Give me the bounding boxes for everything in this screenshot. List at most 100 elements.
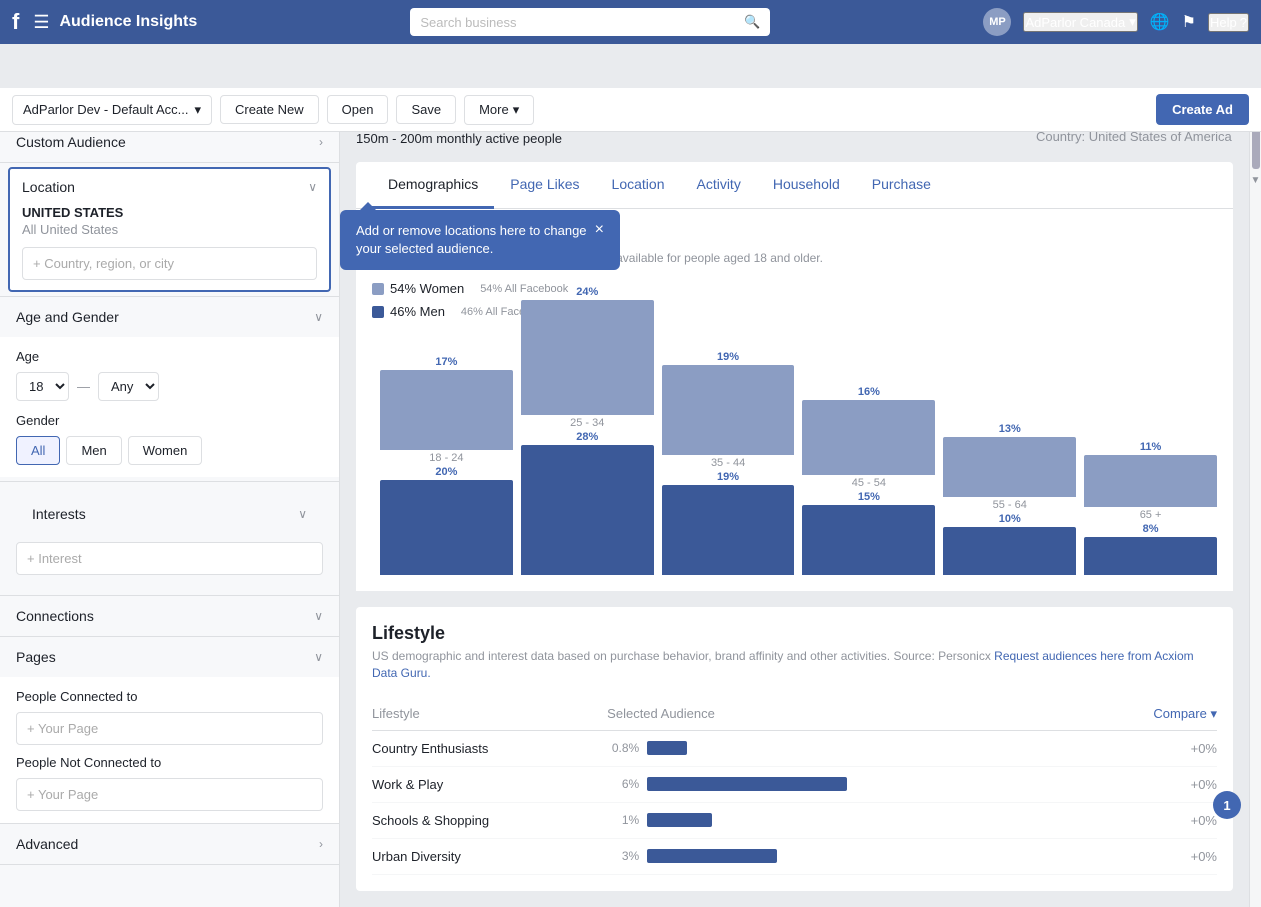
gender-row: All Men Women bbox=[16, 436, 323, 465]
bar-group-55-64: 13% 55 - 64 10% bbox=[943, 423, 1076, 575]
gender-men-button[interactable]: Men bbox=[66, 436, 121, 465]
chevron-right-icon: › bbox=[319, 837, 323, 851]
women-bar-45-54 bbox=[802, 400, 935, 475]
lifestyle-bar-country: 0.8% bbox=[607, 730, 1089, 766]
women-pct-55-64: 13% bbox=[999, 423, 1021, 435]
chevron-down-icon: ∨ bbox=[314, 609, 323, 623]
top-nav: f ☰ Audience Insights 🔍 MP AdParlor Cana… bbox=[0, 0, 1261, 44]
open-button[interactable]: Open bbox=[327, 95, 389, 124]
bar-chart: 17% 18 - 24 20% 24% 25 - 34 28% bbox=[372, 335, 1217, 575]
search-icon: 🔍 bbox=[744, 14, 760, 30]
lifestyle-section: Lifestyle US demographic and interest da… bbox=[356, 607, 1233, 891]
age-from-select[interactable]: 182125 bbox=[16, 372, 69, 401]
location-all: All United States bbox=[22, 222, 317, 237]
men-pct-65plus: 8% bbox=[1143, 523, 1159, 535]
lifestyle-bar-urban: 3% bbox=[607, 838, 1089, 874]
help-button[interactable]: Help ? bbox=[1208, 13, 1249, 32]
gender-all-button[interactable]: All bbox=[16, 436, 60, 465]
lifestyle-change-urban: +0% bbox=[1089, 838, 1217, 874]
account-button[interactable]: AdParlor Canada ▾ bbox=[1023, 12, 1137, 32]
sidebar-item-age-gender: Age and Gender ∨ Age 182125 — Any2535455… bbox=[0, 297, 339, 482]
tooltip-close-button[interactable]: × bbox=[595, 222, 604, 238]
lifestyle-change-country: +0% bbox=[1089, 730, 1217, 766]
lifestyle-label-country: Country Enthusiasts bbox=[372, 730, 607, 766]
gender-women-button[interactable]: Women bbox=[128, 436, 203, 465]
bar-fill-country bbox=[647, 741, 687, 755]
men-pct-45-54: 15% bbox=[858, 491, 880, 503]
lifestyle-bar-work: 6% bbox=[607, 766, 1089, 802]
search-input[interactable] bbox=[420, 15, 738, 30]
age-to-select[interactable]: Any2535455565+ bbox=[98, 372, 159, 401]
interest-input[interactable] bbox=[16, 542, 323, 575]
location-header[interactable]: Location ∨ bbox=[22, 179, 317, 195]
pages-header[interactable]: Pages ∨ bbox=[0, 637, 339, 677]
bar-group-25-34: 24% 25 - 34 28% bbox=[521, 286, 654, 575]
not-connected-page-input[interactable] bbox=[16, 778, 323, 811]
legend-men: 46% Men bbox=[372, 304, 445, 319]
age-dash: — bbox=[77, 379, 90, 394]
scroll-down-icon[interactable]: ▼ bbox=[1249, 173, 1261, 188]
chevron-down-icon: ∨ bbox=[308, 180, 317, 194]
location-country: UNITED STATES bbox=[22, 205, 317, 220]
men-pct-18-24: 20% bbox=[435, 466, 457, 478]
main-layout: CREATE AUDIENCE Custom Audience › Locati… bbox=[0, 88, 1261, 907]
lifestyle-note: US demographic and interest data based o… bbox=[372, 648, 1217, 682]
men-bar-65plus bbox=[1084, 537, 1217, 575]
bar-fill-work bbox=[647, 777, 847, 791]
interests-header[interactable]: Interests ∨ bbox=[16, 494, 323, 534]
tab-purchase[interactable]: Purchase bbox=[856, 162, 947, 209]
legend-women: 54% Women bbox=[372, 281, 464, 296]
bar-group-18-24: 17% 18 - 24 20% bbox=[380, 356, 513, 575]
location-section: Location ∨ UNITED STATES All United Stat… bbox=[8, 167, 331, 292]
men-bar-25-34 bbox=[521, 445, 654, 575]
tab-location[interactable]: Location bbox=[596, 162, 681, 209]
more-button[interactable]: More ▾ bbox=[464, 95, 534, 125]
age-label-35-44: 35 - 44 bbox=[711, 457, 745, 469]
facebook-logo: f bbox=[12, 9, 19, 35]
nav-right: MP AdParlor Canada ▾ 🌐 ⚑ Help ? bbox=[983, 8, 1249, 36]
create-new-button[interactable]: Create New bbox=[220, 95, 319, 124]
create-ad-button[interactable]: Create Ad bbox=[1156, 94, 1249, 125]
tab-demographics[interactable]: Demographics bbox=[372, 162, 494, 209]
bar-group-45-54: 16% 45 - 54 15% bbox=[802, 386, 935, 575]
tab-household[interactable]: Household bbox=[757, 162, 856, 209]
women-pct-65plus: 11% bbox=[1140, 441, 1161, 453]
lifestyle-change-work: +0% bbox=[1089, 766, 1217, 802]
people-not-connected-label: People Not Connected to bbox=[16, 755, 323, 770]
lifestyle-bar-schools: 1% bbox=[607, 802, 1089, 838]
men-bar-45-54 bbox=[802, 505, 935, 575]
app-title: Audience Insights bbox=[59, 13, 197, 31]
chevron-down-icon: ∨ bbox=[298, 507, 307, 521]
age-row: 182125 — Any2535455565+ bbox=[16, 372, 323, 401]
search-bar-container: 🔍 bbox=[410, 8, 770, 36]
save-button[interactable]: Save bbox=[396, 95, 456, 124]
age-gender-header[interactable]: Age and Gender ∨ bbox=[0, 297, 339, 337]
chevron-down-icon: ▾ bbox=[513, 102, 520, 118]
account-dropdown[interactable]: AdParlor Dev - Default Acc... ▾ bbox=[12, 95, 212, 125]
connections-header[interactable]: Connections ∨ bbox=[0, 596, 339, 636]
lifestyle-label-work: Work & Play bbox=[372, 766, 607, 802]
women-pct-25-34: 24% bbox=[576, 286, 598, 298]
pages-inner: People Connected to People Not Connected… bbox=[0, 677, 339, 823]
connected-page-input[interactable] bbox=[16, 712, 323, 745]
location-input[interactable] bbox=[22, 247, 317, 280]
women-bar-18-24 bbox=[380, 370, 513, 450]
right-scrollbar: ▲ ▼ bbox=[1249, 88, 1261, 907]
globe-icon[interactable]: 🌐 bbox=[1150, 12, 1170, 32]
avatar[interactable]: MP bbox=[983, 8, 1011, 36]
men-color-icon bbox=[372, 306, 384, 318]
chevron-down-icon: ▾ bbox=[1210, 706, 1217, 721]
women-bar-65plus bbox=[1084, 455, 1217, 507]
flag-icon[interactable]: ⚑ bbox=[1182, 12, 1196, 32]
advanced-header[interactable]: Advanced › bbox=[0, 824, 339, 864]
notification-badge[interactable]: 1 bbox=[1213, 791, 1241, 819]
hamburger-icon[interactable]: ☰ bbox=[33, 12, 49, 33]
col-selected: Selected Audience bbox=[607, 698, 1089, 731]
lifestyle-row-country: Country Enthusiasts 0.8% +0% bbox=[372, 730, 1217, 766]
tab-page-likes[interactable]: Page Likes bbox=[494, 162, 595, 209]
sidebar-item-pages: Pages ∨ People Connected to People Not C… bbox=[0, 637, 339, 824]
age-label-25-34: 25 - 34 bbox=[570, 417, 604, 429]
col-compare[interactable]: Compare ▾ bbox=[1089, 698, 1217, 731]
lifestyle-row-work: Work & Play 6% +0% bbox=[372, 766, 1217, 802]
tab-activity[interactable]: Activity bbox=[680, 162, 756, 209]
